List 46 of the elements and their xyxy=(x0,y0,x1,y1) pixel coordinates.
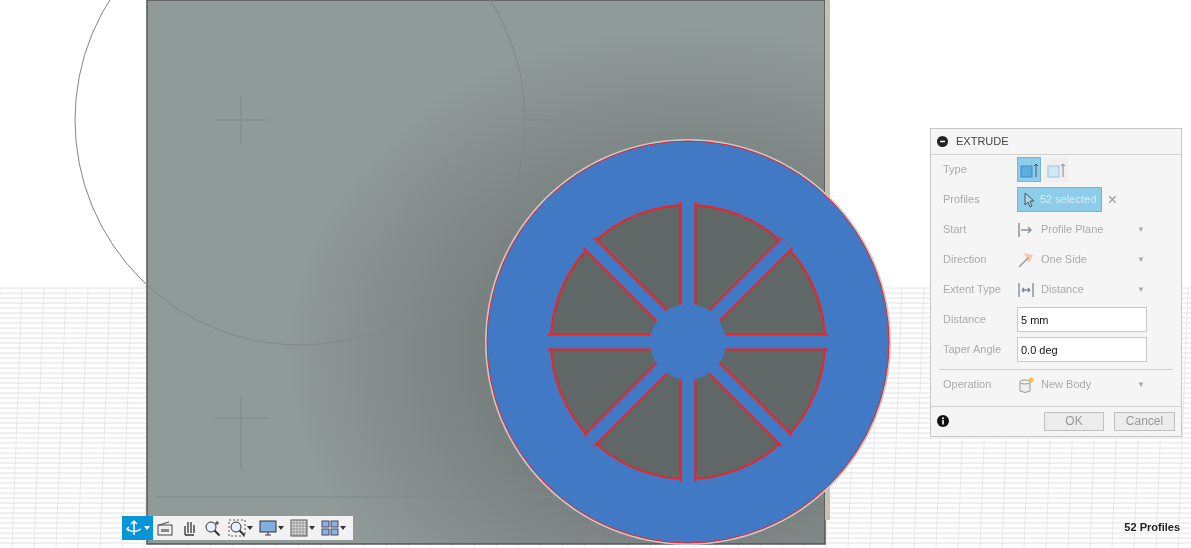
field-label: Direction xyxy=(943,252,988,268)
profile-count-status: 52 Profiles xyxy=(1124,519,1180,535)
profile-selection-button[interactable]: 52 selected xyxy=(1017,187,1103,212)
clear-selection-button[interactable]: × xyxy=(1107,191,1118,208)
caret-icon: ▼ xyxy=(1137,378,1145,391)
cylinder-icon xyxy=(1017,375,1035,394)
cursor-arrow-icon xyxy=(1023,191,1037,208)
collapse-icon[interactable] xyxy=(937,135,948,147)
field-label: Profiles xyxy=(943,192,981,208)
info-icon xyxy=(937,415,949,427)
view-tool-button[interactable] xyxy=(225,516,256,540)
field-label: Taper Angle xyxy=(943,342,1003,358)
view-tool-button[interactable] xyxy=(122,516,153,540)
input-field[interactable]: 5 mm xyxy=(1017,307,1147,332)
caret-icon: ▼ xyxy=(1137,223,1145,236)
dropdown-select[interactable]: Profile Plane ▼ xyxy=(1017,220,1145,239)
dropdown-select[interactable]: New Body ▼ xyxy=(1017,375,1145,394)
caret-icon xyxy=(278,526,284,530)
viewports-icon xyxy=(321,519,339,537)
field-label: Distance xyxy=(943,312,987,328)
view-tool-button[interactable] xyxy=(287,516,318,540)
extrude-type-toggle[interactable] xyxy=(1017,157,1041,182)
grid-icon xyxy=(290,519,308,537)
direction-arrow-icon xyxy=(1017,250,1035,269)
monitor-icon xyxy=(259,519,277,537)
zoom-icon xyxy=(204,519,222,537)
caret-icon xyxy=(144,526,150,530)
caret-icon xyxy=(340,526,346,530)
distance-arrows-icon xyxy=(1017,280,1035,299)
field-label: Start xyxy=(943,222,968,238)
start-plane-icon xyxy=(1017,220,1035,239)
field-label: Type xyxy=(943,162,968,178)
zoom-window-icon xyxy=(228,519,246,537)
caret-icon: ▼ xyxy=(1137,253,1145,266)
field-label: Extent Type xyxy=(943,282,1002,298)
dropdown-select[interactable]: One Side ▼ xyxy=(1017,250,1145,269)
caret-icon xyxy=(247,526,253,530)
input-field[interactable]: 0.0 deg xyxy=(1017,337,1147,362)
extrude-type-toggle[interactable] xyxy=(1043,157,1068,182)
orbit-arrows-icon xyxy=(125,519,143,537)
caret-icon xyxy=(309,526,315,530)
field-label: Operation xyxy=(943,377,993,393)
dropdown-select[interactable]: Distance ▼ xyxy=(1017,280,1145,299)
camera-icon xyxy=(156,519,174,537)
caret-icon: ▼ xyxy=(1137,283,1145,296)
panel-title: EXTRUDE xyxy=(956,134,1009,149)
